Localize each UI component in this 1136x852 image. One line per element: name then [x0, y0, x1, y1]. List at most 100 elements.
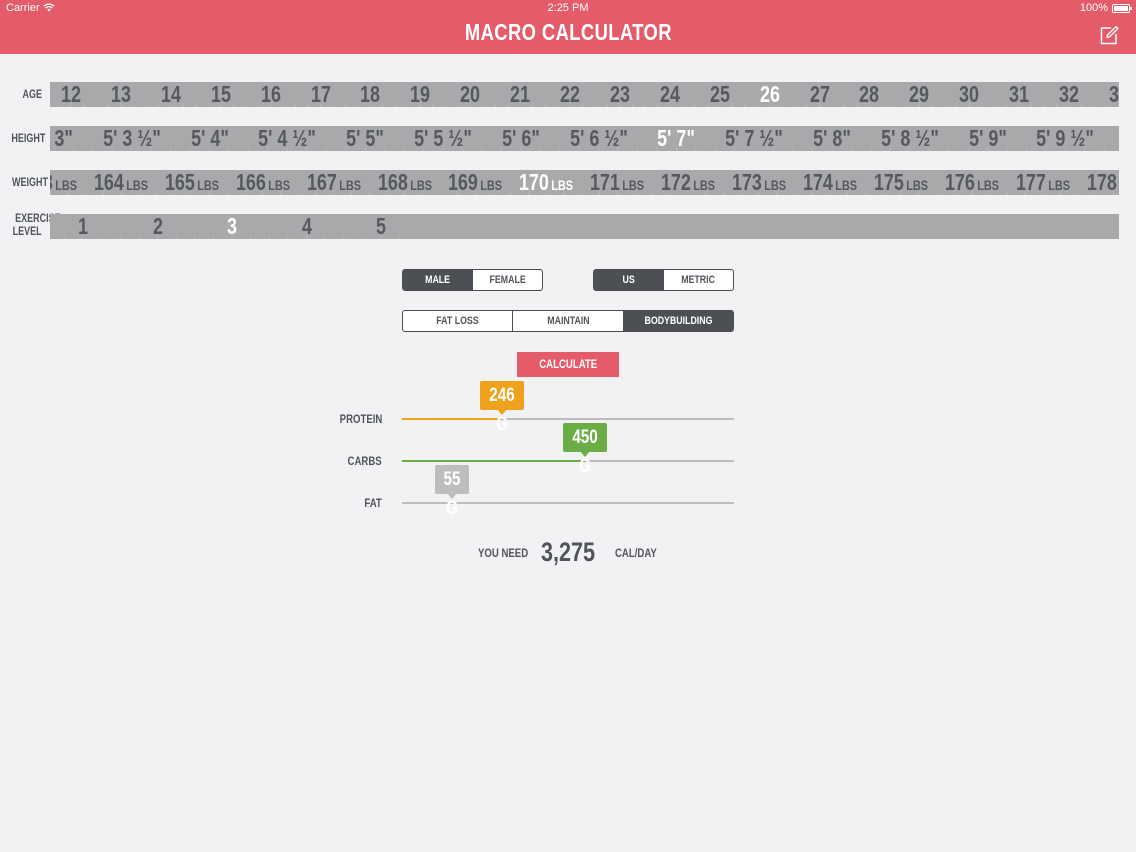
weight-option[interactable]: 175 LBS: [874, 170, 928, 195]
height-option-value: 5' 4 ½": [258, 126, 317, 151]
age-option[interactable]: 31: [1009, 82, 1029, 107]
exercise-option[interactable]: 4: [302, 214, 312, 239]
weight-option-value: 164: [93, 170, 124, 195]
age-option[interactable]: 16: [261, 82, 281, 107]
age-option[interactable]: 27: [810, 82, 830, 107]
units-toggle-option[interactable]: US: [594, 270, 663, 290]
height-option[interactable]: 5' 9 ½": [1037, 126, 1095, 151]
weight-option[interactable]: 171 LBS: [590, 170, 644, 195]
age-option[interactable]: 20: [460, 82, 480, 107]
weight-option[interactable]: 174 LBS: [803, 170, 857, 195]
age-option-value: 29: [909, 82, 930, 107]
weight-option[interactable]: 177 LBS: [1016, 170, 1070, 195]
weight-option-value: 167: [306, 170, 337, 195]
weight-option[interactable]: 172 LBS: [661, 170, 715, 195]
exercise-option[interactable]: 5: [376, 214, 386, 239]
calculate-button[interactable]: CALCULATE: [517, 352, 619, 377]
height-option[interactable]: 5' 3": [50, 126, 73, 151]
height-option-value: 5' 4": [190, 126, 229, 151]
weight-option-value: 165: [164, 170, 195, 195]
weight-option-unit: LBS: [976, 177, 999, 193]
height-option[interactable]: 5' 5": [346, 126, 384, 151]
exercise-option[interactable]: 2: [153, 214, 163, 239]
age-option[interactable]: 33: [1109, 82, 1119, 107]
height-option[interactable]: 5' 3 ½": [103, 126, 161, 151]
weight-option[interactable]: 168 LBS: [377, 170, 431, 195]
exercise-option[interactable]: 3: [227, 214, 237, 239]
weight-option[interactable]: 173 LBS: [732, 170, 786, 195]
age-option[interactable]: 26: [760, 82, 780, 107]
age-option[interactable]: 18: [360, 82, 380, 107]
age-option-value: 32: [1059, 82, 1079, 107]
age-picker[interactable]: 12 13 14 15 16 17 18 19 20 21 22 23 24 25 26 27 28 29 30 31…: [50, 82, 1119, 107]
height-option[interactable]: 5' 8": [813, 126, 851, 151]
units-toggle-option[interactable]: METRIC: [663, 270, 733, 290]
age-option[interactable]: 13: [111, 82, 131, 107]
weight-option[interactable]: 176 LBS: [945, 170, 999, 195]
exercise-option-value: 3: [227, 214, 237, 239]
macro-label-text: PROTEIN: [339, 412, 382, 426]
height-option-value: 5' 3": [50, 126, 73, 151]
weight-option-value: 172: [661, 170, 691, 195]
height-option-value: 5' 8": [813, 126, 851, 151]
height-option[interactable]: 5' 6 ½": [570, 126, 628, 151]
age-option[interactable]: 19: [410, 82, 430, 107]
goal-toggle[interactable]: FAT LOSS MAINTAIN BODYBUILDING: [402, 310, 734, 332]
segment-label: US: [622, 274, 635, 286]
weight-option-unit: LBS: [126, 177, 148, 193]
weight-option[interactable]: 165 LBS: [165, 170, 219, 195]
height-option[interactable]: 5' 9": [969, 126, 1007, 151]
age-option[interactable]: 15: [211, 82, 231, 107]
age-option-value: 20: [460, 82, 481, 107]
you-need-label: YOU NEED: [478, 546, 529, 560]
age-label: AGE: [22, 87, 42, 101]
goal-toggle-option[interactable]: FAT LOSS: [403, 311, 512, 331]
carbs-value-bubble: 450 G: [562, 423, 607, 477]
edit-icon[interactable]: [1099, 25, 1119, 45]
age-option[interactable]: 24: [660, 82, 680, 107]
height-option[interactable]: 5' 7 ½": [725, 126, 783, 151]
weight-option[interactable]: 163LBS: [50, 170, 77, 195]
gender-toggle[interactable]: MALE FEMALE: [402, 269, 543, 291]
height-option-value: 5' 7": [657, 126, 696, 151]
goal-toggle-option[interactable]: BODYBUILDING: [622, 311, 733, 331]
age-option[interactable]: 25: [710, 82, 730, 107]
age-option[interactable]: 22: [560, 82, 580, 107]
weight-option[interactable]: 170 LBS: [519, 170, 573, 195]
age-option[interactable]: 23: [610, 82, 630, 107]
age-option[interactable]: 28: [859, 82, 879, 107]
age-option[interactable]: 21: [510, 82, 530, 107]
weight-option[interactable]: 166 LBS: [236, 170, 290, 195]
gender-toggle-option[interactable]: FEMALE: [472, 270, 542, 290]
weight-option[interactable]: 167 LBS: [307, 170, 361, 195]
age-option[interactable]: 17: [311, 82, 331, 107]
calorie-summary: YOU NEED 3,275 CAL/DAY: [0, 537, 1136, 567]
age-option[interactable]: 29: [909, 82, 929, 107]
units-toggle[interactable]: US METRIC: [593, 269, 734, 291]
height-option[interactable]: 5' 6": [502, 126, 540, 151]
exercise-level-picker[interactable]: 1 2 3 4 5: [50, 214, 1119, 239]
weight-option[interactable]: 169 LBS: [448, 170, 502, 195]
exercise-option-value: 2: [152, 214, 163, 239]
segment-label: MALE: [425, 274, 450, 286]
height-option[interactable]: 5' 4 ½": [259, 126, 317, 151]
height-option[interactable]: 5' 4": [191, 126, 229, 151]
goal-toggle-option[interactable]: MAINTAIN: [512, 311, 622, 331]
weight-picker[interactable]: 163LBS164LBS165LBS166LBS167LBS168LBS169L…: [50, 170, 1119, 195]
weight-option[interactable]: 164 LBS: [94, 170, 148, 195]
age-option[interactable]: 30: [959, 82, 979, 107]
age-option[interactable]: 32: [1059, 82, 1079, 107]
exercise-option[interactable]: 1: [78, 214, 88, 239]
age-option-value: 28: [859, 82, 880, 107]
height-option[interactable]: 5' 8 ½": [881, 126, 939, 151]
age-option[interactable]: 14: [161, 82, 181, 107]
age-option-value: 21: [510, 82, 531, 107]
gender-toggle-option[interactable]: MALE: [403, 270, 472, 290]
segment-label: BODYBUILDING: [644, 315, 713, 327]
age-option-value: 17: [310, 82, 331, 107]
height-picker[interactable]: 5' 3" 5' 3 ½" 5' 4" 5' 4 ½" 5' 5" 5' 5 ½" 5' 6…: [50, 126, 1119, 151]
age-option[interactable]: 12: [61, 82, 81, 107]
height-option[interactable]: 5' 5 ½": [414, 126, 472, 151]
height-option[interactable]: 5' 7": [658, 126, 696, 151]
weight-option[interactable]: 178LBS: [1086, 170, 1119, 195]
